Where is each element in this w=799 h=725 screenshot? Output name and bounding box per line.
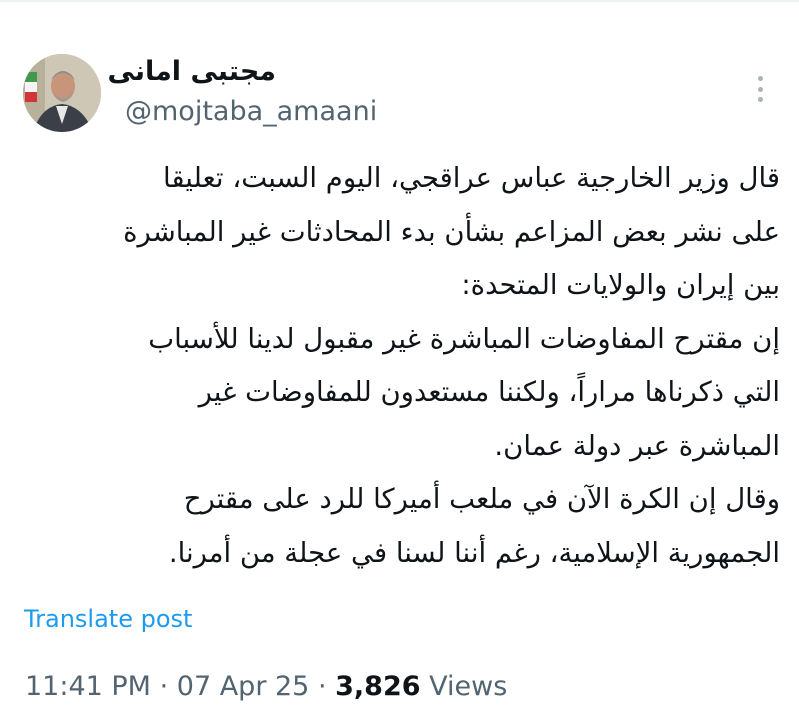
- tweet-line: على نشر بعض المزاعم بشأن بدء المحادثات غ…: [123, 215, 780, 248]
- tweet-text: قال وزير الخارجية عباس عراقجي، اليوم الس…: [40, 152, 780, 580]
- post-date[interactable]: 07 Apr 25: [177, 671, 310, 702]
- views-count: 3,826: [335, 671, 421, 702]
- post-time[interactable]: 11:41 PM: [25, 671, 151, 702]
- more-dot: [757, 86, 763, 92]
- author-display-name[interactable]: مجتبی امانی: [0, 56, 277, 87]
- tweet-line: المباشرة عبر دولة عمان.: [494, 429, 780, 462]
- meta-separator: ·: [159, 671, 169, 702]
- more-horizontal-icon[interactable]: [752, 76, 768, 102]
- tweet-line: بين إيران والولايات المتحدة:: [461, 269, 780, 301]
- tweet-line: التي ذكرناها مراراً، ولكننا مستعدون للمف…: [198, 376, 780, 408]
- meta-separator: ·: [317, 671, 327, 702]
- tweet-line: إن مقترح المفاوضات المباشرة غير مقبول لد…: [148, 322, 780, 355]
- author-handle[interactable]: @mojtaba_amaani: [125, 96, 377, 127]
- more-dot: [757, 76, 763, 81]
- more-dot: [757, 97, 763, 102]
- tweet-line: الجمهورية الإسلامية، رغم أننا لسنا في عج…: [168, 536, 780, 569]
- tweet-line: وقال إن الكرة الآن في ملعب أميركا للرد ع…: [183, 483, 780, 515]
- views-label: Views: [429, 671, 508, 702]
- translate-post-link[interactable]: Translate post: [24, 605, 192, 633]
- post-metadata: 11:41 PM · 07 Apr 25 · 3,826 Views: [25, 671, 507, 702]
- top-divider: [0, 0, 799, 2]
- tweet-line: قال وزير الخارجية عباس عراقجي، اليوم الس…: [162, 162, 780, 194]
